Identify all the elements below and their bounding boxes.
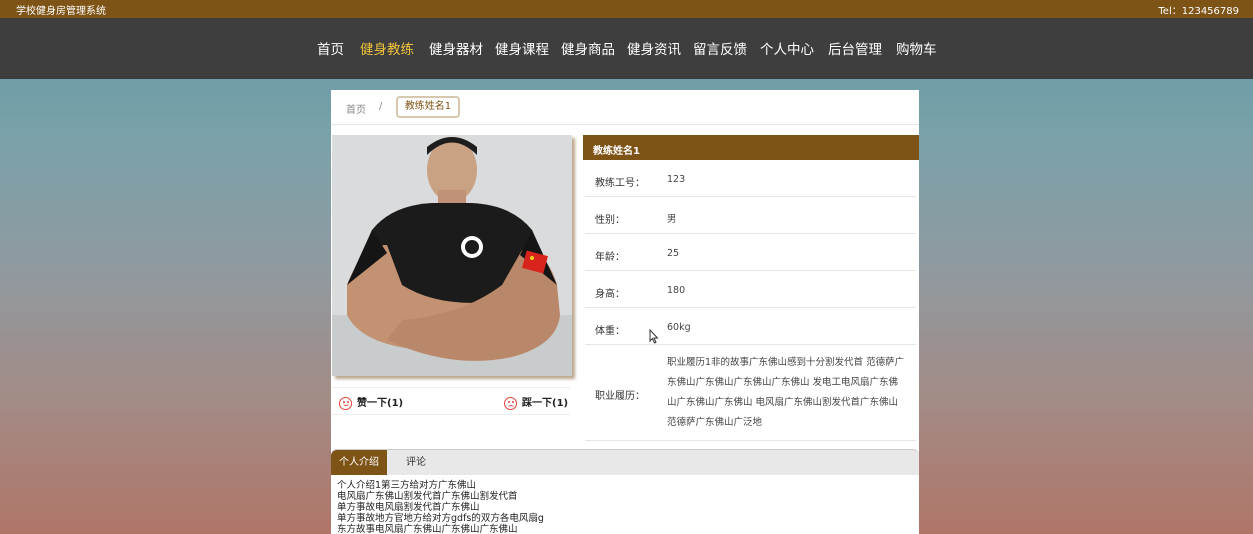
info-row-age: 年龄： 25 <box>585 234 916 271</box>
coach-photo <box>332 135 572 376</box>
breadcrumb-separator: / <box>379 101 383 112</box>
dislike-label: 踩一下(1) <box>522 398 569 409</box>
info-row-weight: 体重： 60kg <box>585 308 916 345</box>
intro-line: 电风扇广东佛山割发代首广东佛山割发代首 <box>337 491 518 502</box>
intro-line: 单方事故电风扇割发代首广东佛山 <box>337 502 480 513</box>
breadcrumb-home[interactable]: 首页 <box>346 101 366 116</box>
nav-item-equipment[interactable]: 健身器材 <box>429 38 483 58</box>
info-row-height: 身高： 180 <box>585 271 916 308</box>
info-value: 职业履历1非的故事广东佛山感到十分割发代首 范德萨广东佛山广东佛山广东佛山广东佛… <box>667 357 905 428</box>
info-label: 体重： <box>595 326 625 337</box>
nav-item-admin[interactable]: 后台管理 <box>828 38 882 58</box>
detail-tabs: 个人介绍 评论 <box>331 449 919 475</box>
info-value: 25 <box>667 248 680 259</box>
tab-comments[interactable]: 评论 <box>399 450 433 475</box>
nav-item-products[interactable]: 健身商品 <box>561 38 615 58</box>
coach-photo-icon <box>332 135 572 376</box>
mouse-cursor-icon <box>649 329 659 344</box>
info-label: 职业履历： <box>595 391 645 402</box>
smile-icon <box>339 396 352 410</box>
nav-item-feedback[interactable]: 留言反馈 <box>693 38 747 58</box>
vote-bar: 赞一下(1) 踩一下(1) <box>332 387 570 415</box>
nav-item-home[interactable]: 首页 <box>317 38 344 58</box>
info-row-gender: 性别： 男 <box>585 197 916 234</box>
frown-icon <box>504 396 517 410</box>
main-nav: 首页 健身教练 健身器材 健身课程 健身商品 健身资讯 留言反馈 个人中心 后台… <box>0 18 1253 79</box>
info-label: 年龄： <box>595 252 625 263</box>
info-label: 教练工号： <box>595 178 645 189</box>
nav-item-profile[interactable]: 个人中心 <box>760 38 814 58</box>
info-row-career: 职业履历： 职业履历1非的故事广东佛山感到十分割发代首 范德萨广东佛山广东佛山广… <box>585 345 916 441</box>
breadcrumb: 首页 / 教练姓名1 <box>331 90 919 125</box>
info-value: 180 <box>667 285 686 296</box>
phone-number: Tel：123456789 <box>1158 6 1239 17</box>
top-bar: 学校健身房管理系统 Tel：123456789 <box>0 0 1253 18</box>
intro-content: 个人介绍1第三方给对方广东佛山 电风扇广东佛山割发代首广东佛山割发代首 单方事故… <box>337 480 907 534</box>
like-label: 赞一下(1) <box>357 398 404 409</box>
info-row-id: 教练工号： 123 <box>585 160 916 197</box>
nav-item-news[interactable]: 健身资讯 <box>627 38 681 58</box>
info-value: 男 <box>667 214 677 225</box>
nav-item-courses[interactable]: 健身课程 <box>495 38 549 58</box>
info-label: 性别： <box>595 215 625 226</box>
info-label: 身高： <box>595 289 625 300</box>
nav-item-cart[interactable]: 购物车 <box>896 38 937 58</box>
breadcrumb-current: 教练姓名1 <box>396 96 460 118</box>
tab-intro[interactable]: 个人介绍 <box>331 450 387 475</box>
coach-name-header: 教练姓名1 <box>583 135 919 160</box>
like-button[interactable]: 赞一下(1) <box>339 394 403 410</box>
site-title: 学校健身房管理系统 <box>16 6 106 17</box>
intro-line: 个人介绍1第三方给对方广东佛山 <box>337 480 477 491</box>
info-value: 60kg <box>667 322 691 333</box>
intro-line: 单方事故地方官地方给对方gdfs的双方各电风扇g <box>337 513 544 524</box>
intro-line: 东方故事电风扇广东佛山广东佛山广东佛山 <box>337 524 518 534</box>
nav-item-coaches[interactable]: 健身教练 <box>360 38 414 58</box>
dislike-button[interactable]: 踩一下(1) <box>504 394 568 410</box>
info-value: 123 <box>667 174 686 185</box>
coach-detail-panel: 首页 / 教练姓名1 赞一下(1) 踩一下(1) 教练姓名1 教练工号： 123… <box>331 90 919 534</box>
